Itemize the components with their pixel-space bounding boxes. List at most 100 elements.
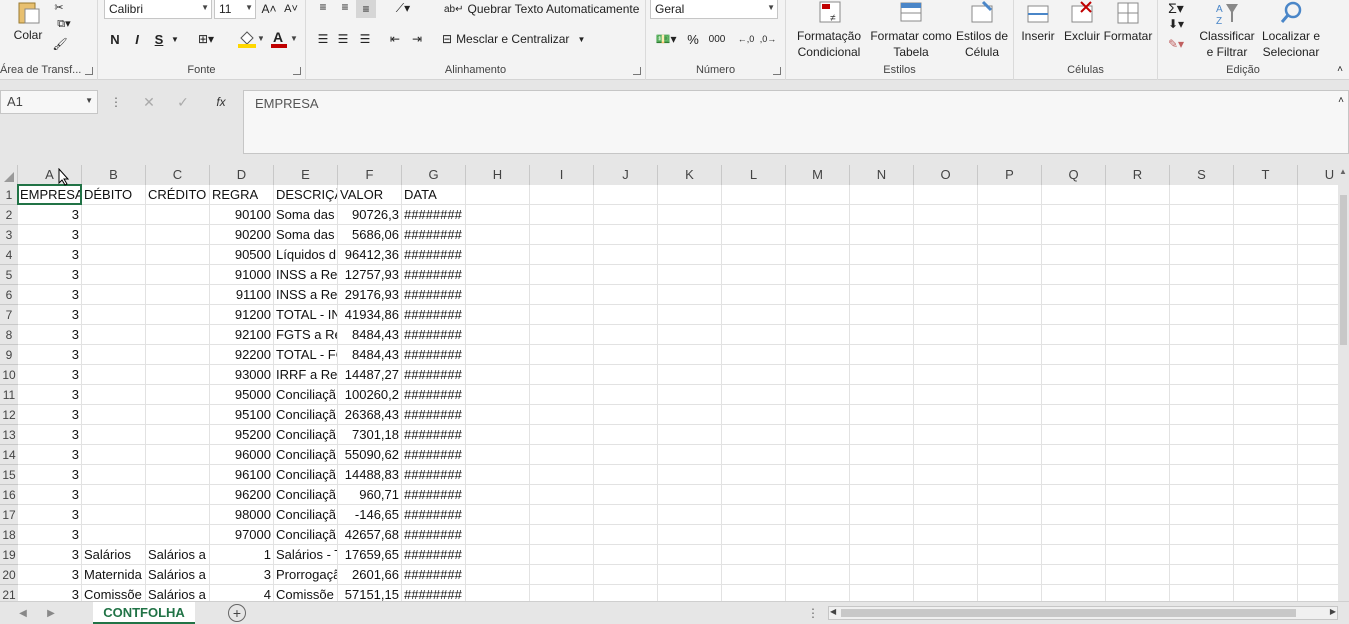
row-header-11[interactable]: 11	[0, 385, 18, 405]
row-header-4[interactable]: 4	[0, 245, 18, 265]
cell-c10[interactable]	[146, 365, 210, 385]
cell-g10[interactable]: ########	[402, 365, 466, 385]
cell-d4[interactable]: 90500	[210, 245, 274, 265]
paste-button[interactable]: Colar	[8, 27, 48, 43]
cell-d3[interactable]: 90200	[210, 225, 274, 245]
column-header-c[interactable]: C	[146, 165, 210, 185]
cell-g4[interactable]: ########	[402, 245, 466, 265]
select-all-corner[interactable]	[0, 165, 18, 185]
row-header-20[interactable]: 20	[0, 565, 18, 585]
chevron-down-icon[interactable]: ▼	[170, 30, 180, 48]
column-header-j[interactable]: J	[594, 165, 658, 185]
row-header-10[interactable]: 10	[0, 365, 18, 385]
row-header-14[interactable]: 14	[0, 445, 18, 465]
cell-f3[interactable]: 5686,06	[338, 225, 402, 245]
cell-f16[interactable]: 960,71	[338, 485, 402, 505]
font-launcher-icon[interactable]	[293, 67, 301, 75]
cell-f4[interactable]: 96412,36	[338, 245, 402, 265]
cell-f14[interactable]: 55090,62	[338, 445, 402, 465]
row-header-8[interactable]: 8	[0, 325, 18, 345]
sheet-tab-contfolha[interactable]: CONTFOLHA	[93, 602, 195, 624]
cell-g13[interactable]: ########	[402, 425, 466, 445]
row-header-18[interactable]: 18	[0, 525, 18, 545]
prev-sheet-icon[interactable]: ◀	[16, 605, 30, 621]
column-header-s[interactable]: S	[1170, 165, 1234, 185]
cell-a14[interactable]: 3	[18, 445, 82, 465]
cell-b5[interactable]	[82, 265, 146, 285]
align-right-icon[interactable]: ☰	[356, 30, 374, 48]
cell-c11[interactable]	[146, 385, 210, 405]
cell-a8[interactable]: 3	[18, 325, 82, 345]
alignment-launcher-icon[interactable]	[633, 67, 641, 75]
cell-e4[interactable]: Líquidos d	[274, 245, 338, 265]
cell-a7[interactable]: 3	[18, 305, 82, 325]
cell-g5[interactable]: ########	[402, 265, 466, 285]
cell-e19[interactable]: Salários - T	[274, 545, 338, 565]
decrease-indent-icon[interactable]: ⇤	[386, 30, 404, 48]
cell-b9[interactable]	[82, 345, 146, 365]
cell-c14[interactable]	[146, 445, 210, 465]
column-header-a[interactable]: A	[18, 165, 82, 185]
cell-f11[interactable]: 100260,2	[338, 385, 402, 405]
cell-c8[interactable]	[146, 325, 210, 345]
cancel-icon[interactable]: ✕	[140, 94, 158, 110]
cell-d13[interactable]: 95200	[210, 425, 274, 445]
cell-c17[interactable]	[146, 505, 210, 525]
cell-c6[interactable]	[146, 285, 210, 305]
column-header-p[interactable]: P	[978, 165, 1042, 185]
conditional-formatting-button[interactable]: ≠ Formatação Condicional	[790, 0, 868, 60]
column-header-q[interactable]: Q	[1042, 165, 1106, 185]
collapse-formula-icon[interactable]: ˄	[1336, 94, 1346, 106]
increase-indent-icon[interactable]: ⇥	[408, 30, 426, 48]
cell-c16[interactable]	[146, 485, 210, 505]
italic-button[interactable]: I	[128, 30, 146, 48]
cell-b21[interactable]: Comissõe	[82, 585, 146, 601]
bold-button[interactable]: N	[106, 30, 124, 48]
worksheet-grid[interactable]: ABCDEFGHIJKLMNOPQRSTU 1 EMPRESA DÉBITO CRÉD…	[0, 165, 1338, 601]
scroll-up-icon[interactable]: ▲	[1339, 167, 1347, 176]
cell-f13[interactable]: 7301,18	[338, 425, 402, 445]
row-header-6[interactable]: 6	[0, 285, 18, 305]
number-format-dropdown[interactable]: Geral ▼	[650, 0, 778, 19]
cell-b19[interactable]: Salários	[82, 545, 146, 565]
cell-d9[interactable]: 92200	[210, 345, 274, 365]
fill-icon[interactable]: ⬇▾	[1162, 16, 1190, 32]
cell-a18[interactable]: 3	[18, 525, 82, 545]
cell-a21[interactable]: 3	[18, 585, 82, 601]
row-header-16[interactable]: 16	[0, 485, 18, 505]
cell-e8[interactable]: FGTS a Re	[274, 325, 338, 345]
row-header-2[interactable]: 2	[0, 205, 18, 225]
cell-a3[interactable]: 3	[18, 225, 82, 245]
cell-e3[interactable]: Soma das	[274, 225, 338, 245]
scroll-right-icon[interactable]: ▶	[1330, 607, 1336, 616]
column-header-u[interactable]: U	[1298, 165, 1338, 185]
cell-d18[interactable]: 97000	[210, 525, 274, 545]
cell-g18[interactable]: ########	[402, 525, 466, 545]
collapse-ribbon-icon[interactable]: ˄	[1334, 62, 1346, 76]
cell-f10[interactable]: 14487,27	[338, 365, 402, 385]
cell-e5[interactable]: INSS a Rec	[274, 265, 338, 285]
cell-c9[interactable]	[146, 345, 210, 365]
cell-e1[interactable]: DESCRIÇÃ	[274, 185, 338, 205]
cell-e6[interactable]: INSS a Rec	[274, 285, 338, 305]
column-header-b[interactable]: B	[82, 165, 146, 185]
row-header-13[interactable]: 13	[0, 425, 18, 445]
more-options-icon[interactable]: ⋮	[807, 605, 819, 621]
cell-b1[interactable]: DÉBITO	[82, 185, 146, 205]
cell-b6[interactable]	[82, 285, 146, 305]
cell-f5[interactable]: 12757,93	[338, 265, 402, 285]
cell-f20[interactable]: 2601,66	[338, 565, 402, 585]
cell-d15[interactable]: 96100	[210, 465, 274, 485]
cell-c7[interactable]	[146, 305, 210, 325]
cell-b3[interactable]	[82, 225, 146, 245]
cell-g7[interactable]: ########	[402, 305, 466, 325]
cell-d10[interactable]: 93000	[210, 365, 274, 385]
find-select-button[interactable]: Localizar e Selecionar	[1258, 0, 1324, 60]
cell-a15[interactable]: 3	[18, 465, 82, 485]
cell-a11[interactable]: 3	[18, 385, 82, 405]
row-header-9[interactable]: 9	[0, 345, 18, 365]
column-header-k[interactable]: K	[658, 165, 722, 185]
cell-f12[interactable]: 26368,43	[338, 405, 402, 425]
cell-b15[interactable]	[82, 465, 146, 485]
cell-a12[interactable]: 3	[18, 405, 82, 425]
